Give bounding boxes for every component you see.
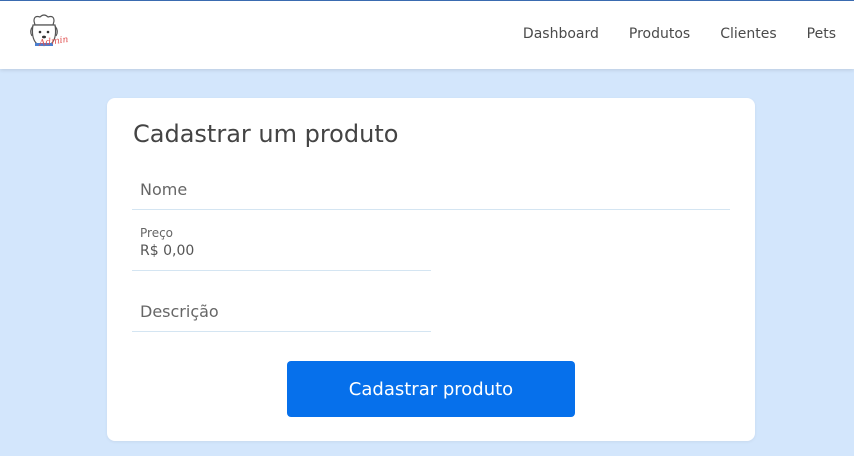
descricao-input[interactable] — [140, 302, 420, 321]
preco-input[interactable] — [140, 243, 420, 259]
dog-logo-icon — [30, 14, 58, 47]
cadastrar-produto-button[interactable]: Cadastrar produto — [287, 361, 575, 417]
logo[interactable]: Admin — [24, 13, 72, 55]
nav-link-produtos[interactable]: Produtos — [629, 26, 690, 46]
nav-link-dashboard[interactable]: Dashboard — [523, 26, 599, 46]
main-nav: Dashboard Produtos Clientes Pets — [523, 26, 836, 46]
page-title: Cadastrar um produto — [133, 120, 399, 148]
product-form-card: Cadastrar um produto Preço Cadastrar pro… — [107, 98, 755, 441]
preco-label: Preço — [140, 226, 174, 240]
descricao-field-wrapper — [132, 296, 431, 332]
nome-input[interactable] — [140, 180, 720, 199]
preco-field-wrapper: Preço — [132, 222, 431, 271]
nav-link-clientes[interactable]: Clientes — [720, 26, 776, 46]
nome-field-wrapper — [132, 176, 730, 210]
nav-link-pets[interactable]: Pets — [807, 26, 836, 46]
top-navbar: Admin Dashboard Produtos Clientes Pets — [0, 0, 854, 69]
